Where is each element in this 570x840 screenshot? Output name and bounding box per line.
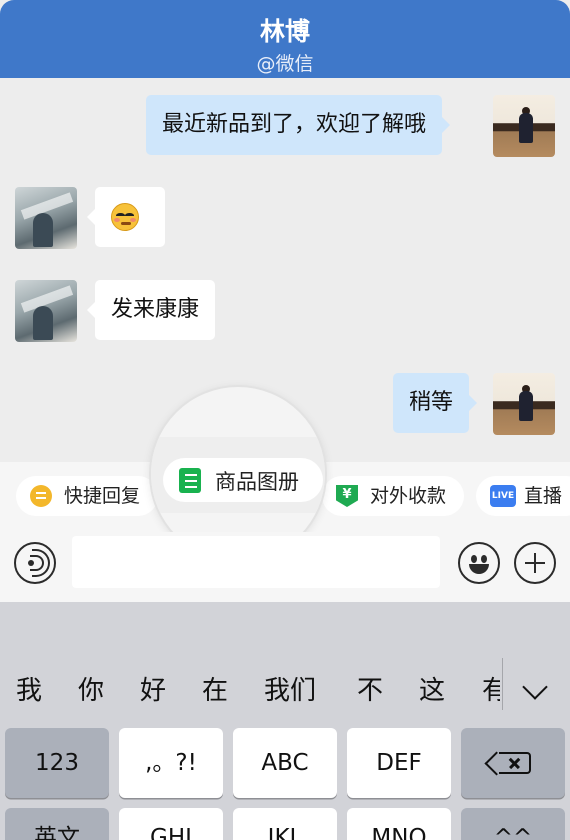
key-mno[interactable]: MNO [347, 808, 451, 840]
chat-header: 林博 @微信 [0, 0, 570, 78]
candidate-item[interactable]: 这 [419, 670, 445, 707]
live-icon: LIVE [490, 485, 516, 507]
payment-shield-icon: ¥ [336, 485, 358, 507]
candidate-item[interactable]: 在 [202, 670, 228, 707]
key-123[interactable]: 123 [5, 728, 109, 798]
self-avatar[interactable] [493, 373, 555, 435]
keyboard-gap [0, 602, 570, 650]
key-english[interactable]: 英文 [5, 808, 109, 840]
candidate-bar: 我 你 好 在 我们 不 这 有 [0, 650, 570, 722]
message-bubble-emoji[interactable] [87, 187, 165, 247]
candidate-item[interactable]: 不 [357, 670, 383, 707]
product-album-icon [179, 468, 201, 493]
candidate-item[interactable]: 我们 [264, 670, 316, 707]
contact-avatar[interactable] [15, 280, 77, 342]
message-input[interactable] [72, 536, 440, 588]
quick-reply-chip[interactable]: 快捷回复 [16, 476, 158, 516]
more-actions-button[interactable] [514, 542, 556, 584]
voice-input-button[interactable] [14, 542, 56, 584]
input-toolbar [0, 532, 570, 602]
smirk-face-icon [111, 203, 139, 231]
candidate-item[interactable]: 你 [78, 670, 104, 707]
message-bubble-self[interactable]: 最近新品到了，欢迎了解哦 [146, 95, 451, 155]
self-avatar[interactable] [493, 95, 555, 157]
emoji-button[interactable] [458, 542, 500, 584]
contact-avatar[interactable] [15, 187, 77, 249]
quick-reply-icon [30, 485, 52, 507]
message-bubble-other[interactable]: 发来康康 [86, 280, 216, 340]
key-def[interactable]: DEF [347, 728, 451, 798]
candidate-item[interactable]: 我 [16, 670, 42, 707]
key-emoticon[interactable]: ^^ [461, 808, 565, 840]
key-abc[interactable]: ABC [233, 728, 337, 798]
live-chip[interactable]: LIVE 直播 [476, 476, 570, 516]
key-punct[interactable]: ,。?! [119, 728, 223, 798]
key-jkl[interactable]: JKL [233, 808, 337, 840]
quick-reply-label: 快捷回复 [64, 485, 141, 507]
payment-label: 对外收款 [370, 485, 447, 507]
candidate-item[interactable]: 有 [482, 670, 500, 707]
candidate-item[interactable]: 好 [140, 670, 166, 707]
backspace-key[interactable] [461, 728, 565, 798]
backspace-icon [499, 752, 531, 774]
expand-candidates-icon[interactable] [522, 674, 548, 700]
key-ghi[interactable]: GHI [119, 808, 223, 840]
contact-source: @微信 [256, 53, 314, 75]
payment-chip[interactable]: ¥ 对外收款 [322, 476, 464, 516]
product-album-label: 商品图册 [215, 470, 299, 494]
live-label: 直播 [524, 485, 563, 507]
keyboard: 我 你 好 在 我们 不 这 有 123 ,。?! ABC DEF 英文 GHI… [0, 650, 570, 840]
contact-name: 林博 [259, 17, 310, 46]
message-bubble-self[interactable]: 稍等 [393, 373, 478, 433]
